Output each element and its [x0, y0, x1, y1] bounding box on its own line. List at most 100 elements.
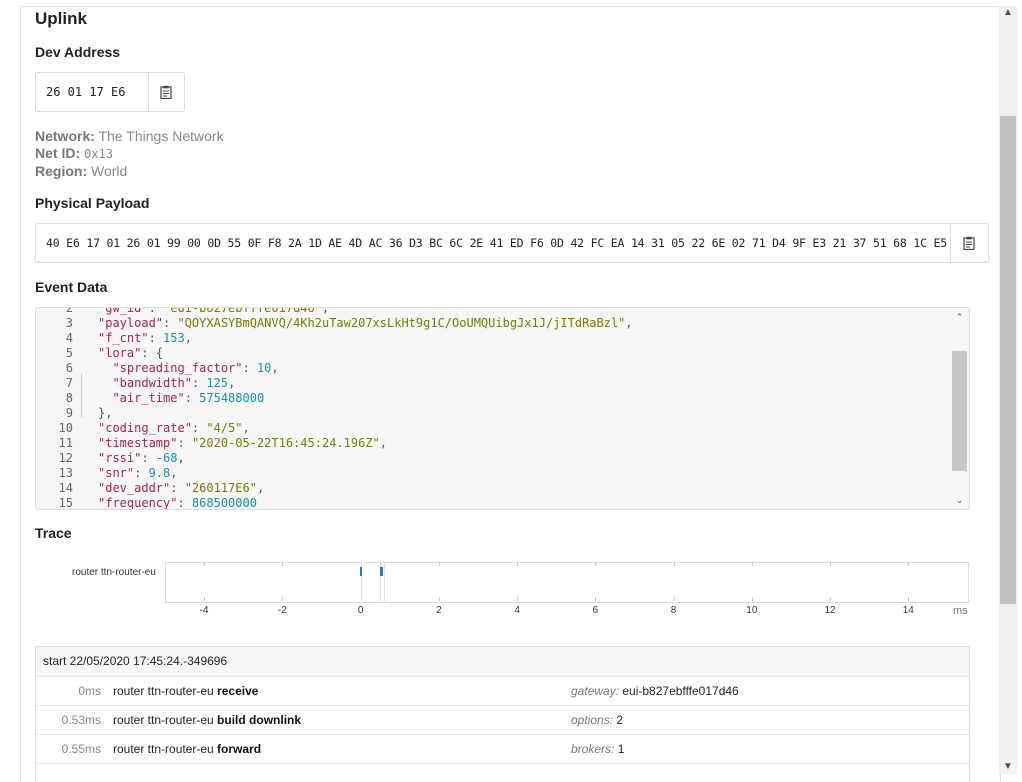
trace-grid-tick — [673, 597, 675, 601]
physical-payload-label: Physical Payload — [35, 195, 150, 211]
code-line: 8 "air_time": 575488000 — [36, 391, 951, 406]
trace-tick-label: 0 — [357, 605, 364, 616]
json-value: "4/5" — [206, 421, 243, 435]
line-number: 4 — [65, 331, 73, 345]
json-punct: , — [271, 361, 279, 375]
event-attr-value: 1 — [617, 742, 625, 756]
trace-event-mark[interactable] — [381, 567, 384, 576]
event-attribute: gateway: eui-b827ebfffe017d46 — [571, 677, 739, 705]
trace-event-row[interactable]: 0ms router ttn-router-eu receive gateway: … — [36, 677, 969, 706]
scroll-up-arrow-icon[interactable]: ▲ — [1000, 6, 1016, 20]
json-colon: : — [141, 451, 156, 465]
json-value: "2020-05-22T16:45:24.196Z" — [191, 436, 380, 450]
code-line: 15 "frequency": 868500000 — [36, 496, 951, 510]
event-attribute: options: 2 — [571, 706, 623, 734]
code-scroll-up-icon[interactable]: ⌃ — [952, 311, 967, 323]
code-line: 6 "spreading_factor": 10, — [36, 361, 951, 376]
trace-start: start 22/05/2020 17:45:24.-349696 — [36, 647, 969, 677]
json-key: "payload" — [98, 316, 164, 330]
code-scrollbar-thumb[interactable] — [952, 351, 967, 471]
json-value: -68 — [155, 451, 178, 465]
code-text: "gw_id": "eui-b827ebfffe017d46", — [98, 307, 329, 316]
json-value: 575488000 — [199, 391, 265, 405]
event-component: router ttn-router-eu — [113, 742, 218, 756]
trace-event-mark[interactable] — [359, 567, 362, 576]
json-key: "spreading_factor" — [112, 361, 243, 375]
trace-tick-label: 10 — [746, 605, 758, 616]
json-key: "rssi" — [98, 451, 142, 465]
code-line: 5 "lora": { — [36, 346, 951, 361]
trace-grid-tick — [908, 597, 910, 601]
json-key: "frequency" — [98, 496, 178, 510]
trace-grid-tick — [204, 562, 206, 566]
json-key: "gw_id" — [98, 307, 149, 315]
line-number: 13 — [58, 466, 73, 480]
code-text: "rssi": -68, — [98, 451, 185, 466]
trace-row-label: router ttn-router-eu — [72, 567, 156, 578]
code-text: "timestamp": "2020-05-22T16:45:24.196Z", — [98, 436, 387, 451]
json-key: "snr" — [98, 466, 135, 480]
json-value: }, — [98, 406, 113, 420]
uplink-title: Uplink — [35, 9, 87, 28]
code-text: "lora": { — [98, 346, 163, 361]
line-number: 8 — [65, 391, 73, 405]
event-component: router ttn-router-eu — [113, 713, 218, 727]
event-data-code-editor[interactable]: 2 "gw_id": "eui-b827ebfffe017d46", 3 "paylo… — [35, 307, 970, 510]
event-attr-key: brokers: — [571, 742, 618, 756]
json-punct: , — [228, 376, 236, 390]
trace-event-line — [384, 562, 386, 601]
code-line: 12 "rssi": -68, — [36, 451, 951, 466]
event-action: receive — [217, 684, 259, 698]
scroll-down-arrow-icon[interactable]: ▼ — [1000, 760, 1016, 774]
event-attr-value: 2 — [616, 713, 624, 727]
json-colon: : — [148, 307, 164, 315]
json-value: 153 — [163, 331, 185, 345]
json-colon: : — [148, 331, 164, 345]
trace-grid-tick — [438, 597, 440, 601]
trace-event-row[interactable]: 0.53ms router ttn-router-eu build downlin… — [36, 706, 969, 735]
trace-grid-tick — [751, 597, 753, 601]
trace-tick-label: 14 — [902, 605, 914, 616]
event-time: 0.53ms — [61, 713, 101, 727]
trace-event-row[interactable]: 0.55ms router ttn-router-eu forward broker… — [36, 735, 969, 764]
code-line: 2 "gw_id": "eui-b827ebfffe017d46", — [36, 307, 951, 316]
copy-dev-address-button[interactable] — [149, 73, 183, 111]
dev-address-label: Dev Address — [35, 44, 121, 60]
line-number: 14 — [58, 481, 73, 495]
net-id-label: Net ID: — [35, 145, 81, 161]
page-scrollbar-thumb[interactable] — [1000, 116, 1016, 604]
json-key: "lora" — [98, 346, 142, 360]
line-number: 5 — [65, 346, 73, 360]
event-attr-key: gateway: — [571, 684, 623, 698]
trace-tick-label: 4 — [514, 605, 520, 616]
json-colon: : — [191, 376, 207, 390]
network-value: The Things Network — [98, 128, 224, 144]
line-number: 11 — [58, 436, 73, 450]
trace-grid-tick — [830, 597, 832, 601]
code-line: 4 "f_cnt": 153, — [36, 331, 951, 346]
copy-payload-button[interactable] — [951, 224, 987, 262]
line-number: 3 — [65, 316, 73, 330]
event-attr-value: eui-b827ebfffe017d46 — [622, 684, 739, 698]
line-number: 15 — [58, 496, 73, 510]
json-key: "bandwidth" — [112, 376, 192, 390]
clipboard-icon — [963, 236, 975, 250]
network-label: Network: — [35, 128, 95, 144]
trace-tick-label: 2 — [436, 605, 442, 616]
event-name: router ttn-router-eu receive — [113, 677, 258, 705]
json-value: "260117E6" — [184, 481, 257, 495]
trace-grid-tick — [595, 562, 597, 566]
code-scroll-down-icon[interactable]: ⌄ — [952, 494, 967, 506]
json-colon: : — [177, 436, 192, 450]
trace-grid-tick — [438, 562, 440, 566]
event-time: 0.55ms — [61, 742, 101, 756]
json-value: "eui-b827ebfffe017d46" — [163, 307, 322, 315]
code-line: 3 "payload": "QOYXASYBmQANVQ/4Kh2uTaw207x… — [36, 316, 951, 331]
net-id-value: 0x13 — [84, 147, 113, 161]
code-text: "coding_rate": "4/5", — [98, 421, 250, 436]
json-punct: , — [177, 451, 185, 465]
code-text: "bandwidth": 125, — [98, 376, 235, 391]
event-action: forward — [217, 742, 262, 756]
trace-chart — [165, 562, 969, 603]
trace-tick-label: 12 — [824, 605, 836, 616]
